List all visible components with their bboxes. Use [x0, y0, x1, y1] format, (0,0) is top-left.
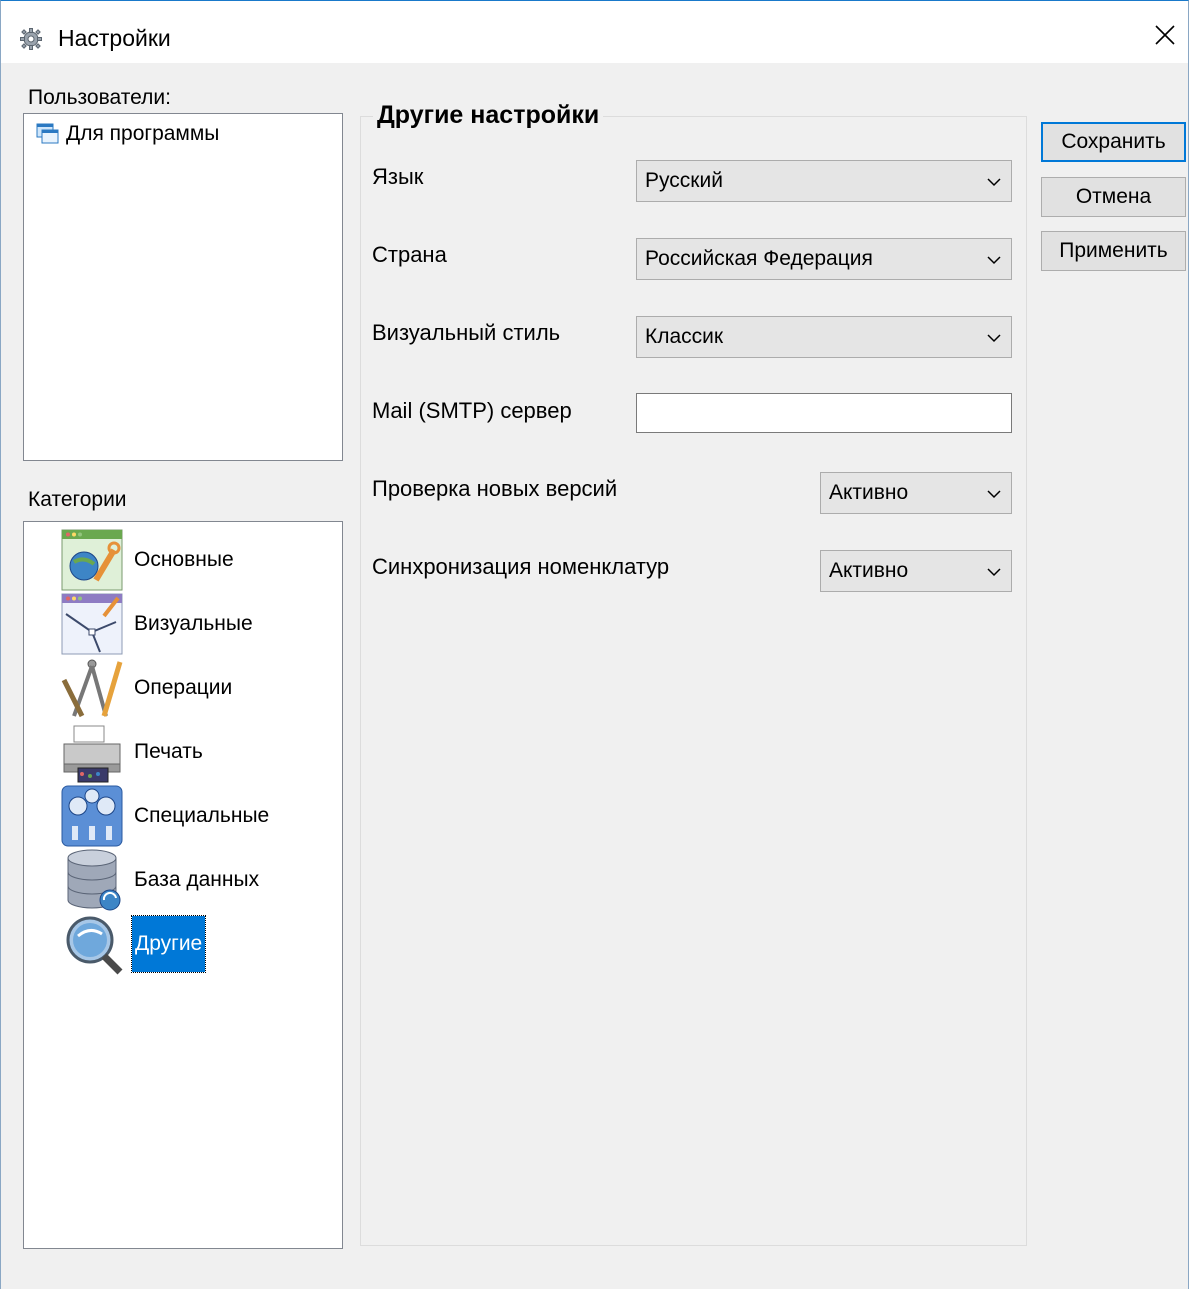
- country-select[interactable]: Российская Федерация: [636, 238, 1012, 280]
- title-bar: Настройки: [1, 1, 1188, 63]
- category-label: Основные: [134, 548, 234, 571]
- language-label: Язык: [372, 164, 424, 189]
- category-item-other[interactable]: Другие: [60, 912, 330, 976]
- language-value: Русский: [645, 169, 723, 192]
- save-button[interactable]: Сохранить: [1041, 122, 1186, 162]
- category-label: База данных: [134, 868, 260, 891]
- user-item-for-program[interactable]: Для программы: [36, 122, 219, 146]
- category-item-general[interactable]: Основные: [60, 528, 330, 592]
- users-label: Пользователи:: [28, 86, 171, 109]
- categories-label: Категории: [28, 488, 127, 511]
- visual-style-label: Визуальный стиль: [372, 320, 561, 345]
- other-settings-title: Другие настройки: [373, 101, 604, 130]
- category-label-selected: Другие: [130, 915, 207, 973]
- sync-nomenclature-value: Активно: [829, 559, 909, 582]
- database-icon: [67, 849, 121, 911]
- apply-button[interactable]: Применить: [1041, 231, 1186, 271]
- users-list[interactable]: Для программы: [23, 113, 343, 461]
- windows-icon: [36, 123, 59, 144]
- language-select[interactable]: Русский: [636, 160, 1012, 202]
- gear-icon: [19, 27, 43, 51]
- magnifier-icon: [66, 916, 123, 975]
- smtp-server-input[interactable]: [636, 393, 1012, 433]
- check-versions-select[interactable]: Активно: [820, 472, 1012, 514]
- category-item-special[interactable]: Специальные: [60, 784, 330, 848]
- check-versions-value: Активно: [829, 481, 909, 504]
- category-label: Операции: [134, 676, 233, 699]
- printer-icon: [63, 725, 121, 783]
- drafting-tools-icon: [61, 659, 123, 718]
- visual-style-select[interactable]: Классик: [636, 316, 1012, 358]
- category-label: Печать: [134, 740, 203, 763]
- smtp-label: Mail (SMTP) сервер: [372, 398, 572, 423]
- visual-settings-icon: [61, 593, 123, 655]
- sync-nomenclature-select[interactable]: Активно: [820, 550, 1012, 592]
- chevron-down-icon: [987, 178, 1001, 187]
- chevron-down-icon: [987, 490, 1001, 499]
- country-value: Российская Федерация: [645, 247, 873, 270]
- categories-list[interactable]: Основные Визуальные Операции Печать Спец…: [23, 521, 343, 1249]
- chevron-down-icon: [987, 568, 1001, 577]
- general-settings-icon: [61, 529, 123, 591]
- category-label: Визуальные: [134, 612, 253, 635]
- user-item-label: Для программы: [66, 122, 220, 145]
- gauges-icon: [61, 785, 123, 847]
- category-item-print[interactable]: Печать: [60, 720, 330, 784]
- category-item-visual[interactable]: Визуальные: [60, 592, 330, 656]
- chevron-down-icon: [987, 256, 1001, 265]
- category-item-database[interactable]: База данных: [60, 848, 330, 912]
- close-icon: [1155, 25, 1175, 45]
- sync-nomenclature-label: Синхронизация номенклатур: [372, 554, 670, 579]
- visual-style-value: Классик: [645, 325, 724, 348]
- category-label: Специальные: [134, 804, 270, 827]
- chevron-down-icon: [987, 334, 1001, 343]
- window-title: Настройки: [58, 25, 171, 51]
- other-settings-group: [360, 116, 1027, 1246]
- cancel-button[interactable]: Отмена: [1041, 177, 1186, 217]
- settings-window: Настройки Пользователи: Для программы Ка…: [0, 0, 1189, 1289]
- check-versions-label: Проверка новых версий: [372, 476, 618, 501]
- country-label: Страна: [372, 242, 447, 267]
- close-button[interactable]: [1142, 13, 1188, 57]
- category-item-operations[interactable]: Операции: [60, 656, 330, 720]
